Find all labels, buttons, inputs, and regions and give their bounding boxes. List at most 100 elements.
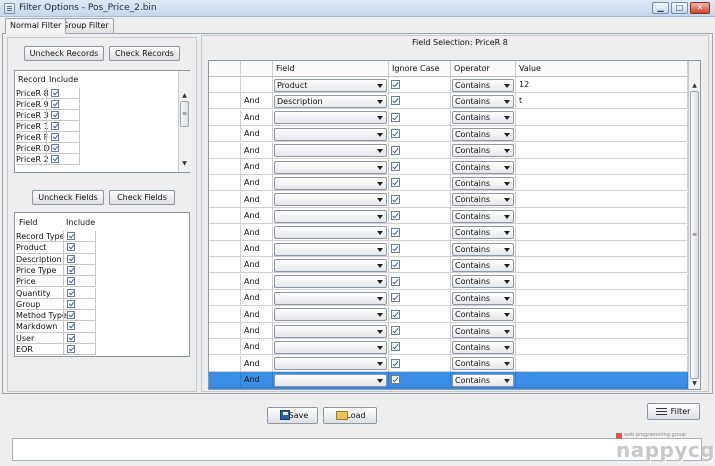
close-button[interactable]: ✕ [690,2,710,14]
load-button[interactable]: Load [323,407,377,424]
operator-dropdown[interactable]: Contains [452,127,514,141]
field-dropdown[interactable] [274,209,387,223]
field-dropdown[interactable] [274,193,387,207]
check-fields-button[interactable]: Check Fields [109,190,175,205]
filter-label: Filter [670,407,691,416]
ignore-case-checkbox[interactable] [391,244,400,253]
scroll-thumb[interactable]: ≡ [180,101,189,127]
include-field-checkbox[interactable] [67,322,75,331]
include-record-checkbox[interactable] [51,144,59,152]
field-dropdown[interactable] [274,144,387,158]
ignore-case-checkbox[interactable] [391,145,400,155]
include-field-checkbox[interactable] [67,333,75,342]
include-record-checkbox[interactable] [51,133,59,141]
scroll-down-icon[interactable]: ▼ [689,379,700,388]
ignore-case-checkbox[interactable] [391,227,400,237]
field-dropdown[interactable] [274,275,387,289]
field-dropdown[interactable] [274,373,387,387]
records-scrollbar[interactable]: ▲ ≡ ▼ [178,71,190,172]
ignore-case-checkbox[interactable] [391,293,400,303]
grid-scrollbar[interactable]: ▲ ≡ ▼ [688,61,700,389]
ignore-case-checkbox[interactable] [391,80,400,89]
save-button[interactable]: Save [267,407,318,424]
scroll-up-icon[interactable]: ▲ [689,81,700,90]
field-dropdown[interactable] [274,111,387,125]
field-dropdown[interactable] [274,324,387,338]
include-field-checkbox[interactable] [67,311,75,320]
ignore-case-checkbox[interactable] [391,309,400,319]
conjunction-label: And [244,326,260,335]
filter-button[interactable]: Filter [647,403,700,420]
operator-dropdown[interactable]: Contains [452,324,514,338]
field-dropdown[interactable] [274,176,387,190]
operator-dropdown[interactable]: Contains [452,209,514,223]
minimize-button[interactable]: ▁ [652,2,669,14]
field-dropdown[interactable] [274,357,387,371]
value-input[interactable]: t [519,96,522,105]
ignore-case-checkbox[interactable] [391,358,400,368]
include-field-checkbox[interactable] [67,254,75,263]
conjunction-label: And [244,178,260,188]
scroll-down-icon[interactable]: ▼ [179,159,190,168]
include-record-checkbox[interactable] [51,89,59,97]
field-dropdown[interactable] [274,127,387,141]
field-dropdown[interactable] [274,308,387,322]
operator-dropdown[interactable]: Contains [452,176,514,190]
operator-dropdown[interactable]: Contains [452,144,514,158]
include-record-checkbox[interactable] [51,111,59,119]
operator-dropdown[interactable]: Contains [452,308,514,322]
operator-dropdown[interactable]: Contains [452,78,514,92]
ignore-case-checkbox[interactable] [391,162,400,171]
ignore-case-checkbox[interactable] [391,276,400,286]
include-field-checkbox[interactable] [67,265,75,274]
tab-normal-filter[interactable]: Normal Filter [5,18,67,34]
ignore-case-checkbox[interactable] [391,260,400,270]
ignore-case-checkbox[interactable] [391,178,400,188]
field-dropdown[interactable] [274,258,387,272]
include-record-checkbox[interactable] [51,155,59,163]
operator-dropdown[interactable]: Contains [452,357,514,371]
operator-dropdown[interactable]: Contains [452,340,514,354]
operator-dropdown[interactable]: Contains [452,94,514,108]
grid-cell [209,208,241,225]
include-field-checkbox[interactable] [67,288,75,297]
include-field-checkbox[interactable] [67,299,75,308]
operator-dropdown[interactable]: Contains [452,275,514,289]
operator-dropdown[interactable]: Contains [452,373,514,387]
value-input[interactable]: 12 [519,80,529,89]
check-records-button[interactable]: Check Records [109,46,180,61]
include-field-checkbox[interactable] [67,232,75,240]
field-dropdown[interactable] [274,340,387,354]
operator-dropdown[interactable]: Contains [452,226,514,240]
ignore-case-checkbox[interactable] [391,129,400,139]
ignore-case-checkbox[interactable] [391,375,400,385]
operator-dropdown[interactable]: Contains [452,111,514,125]
ignore-case-checkbox[interactable] [391,194,400,204]
operator-dropdown[interactable]: Contains [452,258,514,272]
ignore-case-checkbox[interactable] [391,342,400,352]
field-dropdown[interactable] [274,226,387,240]
ignore-case-checkbox[interactable] [391,326,400,335]
field-dropdown[interactable] [274,160,387,174]
include-record-checkbox[interactable] [51,100,59,108]
include-field-checkbox[interactable] [67,243,75,252]
field-dropdown[interactable] [274,242,387,256]
field-dropdown[interactable]: Product [274,78,387,92]
include-field-checkbox[interactable] [67,345,75,353]
operator-dropdown[interactable]: Contains [452,242,514,256]
field-dropdown[interactable] [274,291,387,305]
ignore-case-checkbox[interactable] [391,112,400,122]
field-dropdown[interactable]: Description [274,94,387,108]
include-field-checkbox[interactable] [67,277,75,286]
scroll-thumb[interactable]: ≡ [690,91,699,379]
scroll-up-icon[interactable]: ▲ [179,91,190,100]
operator-dropdown[interactable]: Contains [452,160,514,174]
ignore-case-checkbox[interactable] [391,211,400,221]
maximize-button[interactable]: □ [671,2,688,14]
uncheck-fields-button[interactable]: Uncheck Fields [32,190,104,205]
operator-dropdown[interactable]: Contains [452,291,514,305]
include-record-checkbox[interactable] [51,122,59,130]
ignore-case-checkbox[interactable] [391,96,400,106]
operator-dropdown[interactable]: Contains [452,193,514,207]
uncheck-records-button[interactable]: Uncheck Records [24,46,104,61]
